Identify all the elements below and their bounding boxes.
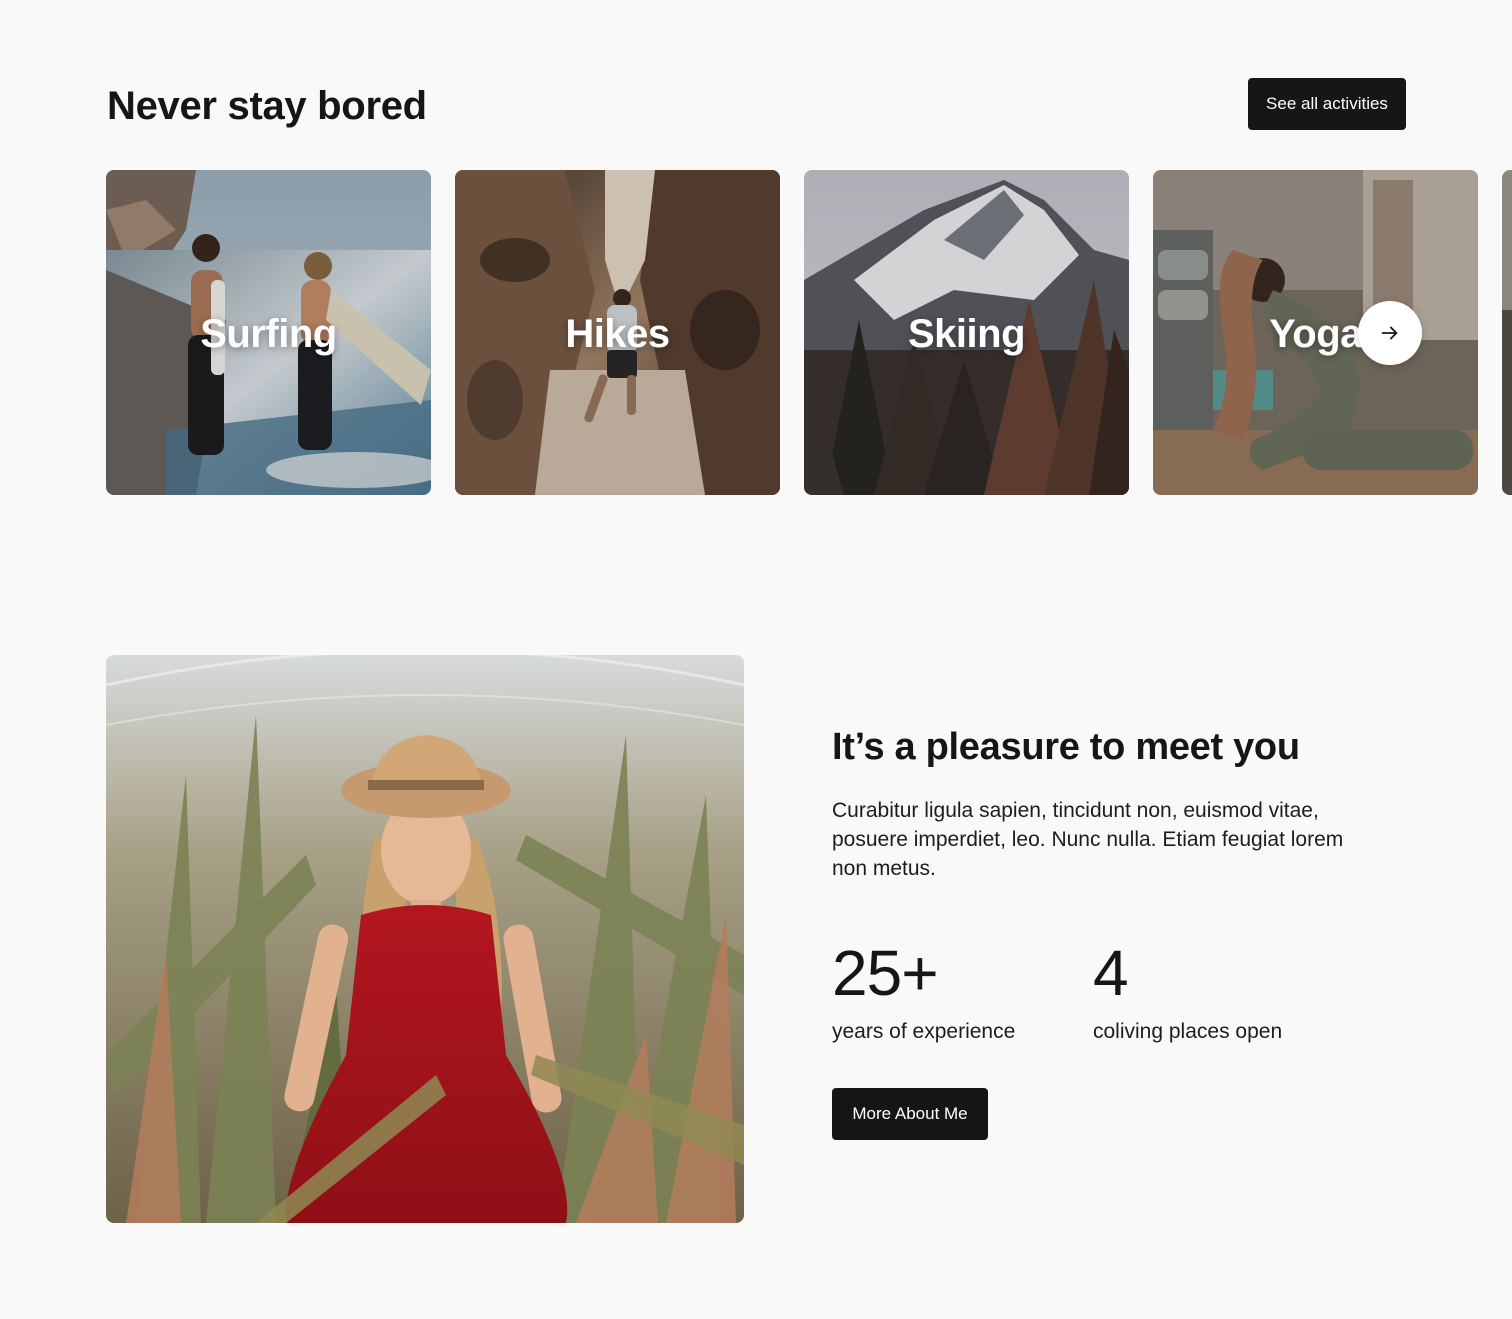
- see-all-activities-button[interactable]: See all activities: [1248, 78, 1406, 130]
- activities-title: Never stay bored: [107, 84, 427, 128]
- activity-card-hikes[interactable]: Hikes: [455, 170, 780, 495]
- activity-card-label: Surfing: [200, 312, 337, 356]
- activity-card-label: Yoga: [1269, 312, 1362, 356]
- activity-photo: [1502, 170, 1512, 495]
- page: Never stay bored See all activities Surf…: [0, 0, 1512, 1319]
- activity-card-surfing[interactable]: Surfing: [106, 170, 431, 495]
- carousel-next-button[interactable]: [1358, 301, 1422, 365]
- stat-value: 25+: [832, 937, 939, 1009]
- stat-experience: 25+ years of experience: [832, 938, 1015, 1046]
- stat-value: 4: [1093, 937, 1129, 1009]
- more-about-me-button[interactable]: More About Me: [832, 1088, 988, 1140]
- activity-card-label: Hikes: [565, 312, 670, 356]
- stat-coliving-places: 4 coliving places open: [1093, 938, 1282, 1046]
- activity-card-label: Skiing: [907, 312, 1026, 356]
- stat-label: years of experience: [832, 1020, 1016, 1043]
- activity-card-skiing[interactable]: Skiing: [804, 170, 1129, 495]
- activity-card-partial[interactable]: [1502, 170, 1512, 495]
- about-title: It’s a pleasure to meet you: [832, 726, 1300, 768]
- woman-in-red-dress-photo: [106, 655, 744, 1223]
- activities-carousel: Surfing Hikes Skiing Yoga: [106, 170, 1512, 495]
- about-description: Curabitur ligula sapien, tincidunt non, …: [832, 799, 1344, 880]
- stat-label: coliving places open: [1093, 1020, 1283, 1043]
- arrow-right-icon: [1381, 326, 1398, 340]
- activity-card-yoga[interactable]: Yoga: [1153, 170, 1478, 495]
